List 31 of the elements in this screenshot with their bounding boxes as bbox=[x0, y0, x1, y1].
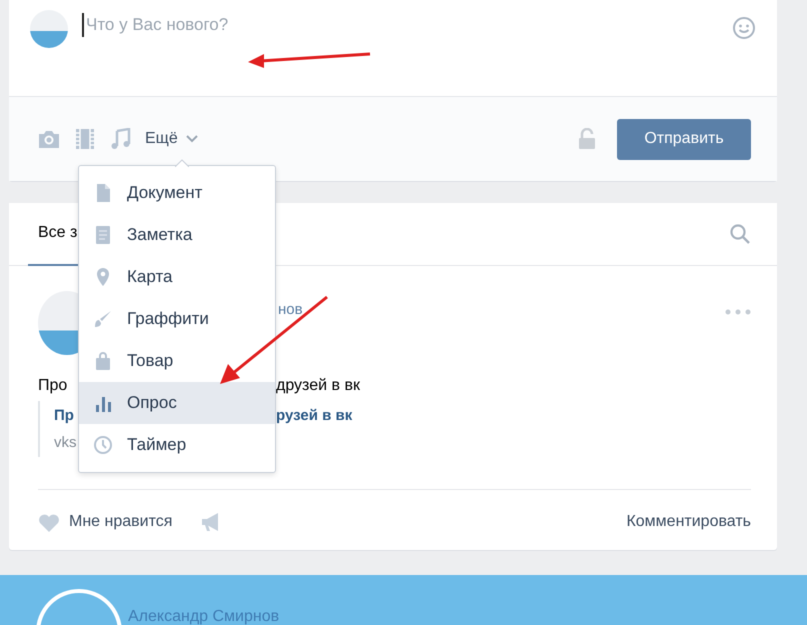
smiley-icon bbox=[732, 16, 756, 40]
menu-item[interactable]: Опрос bbox=[79, 382, 275, 424]
link-title[interactable]: рузей в вк bbox=[276, 407, 352, 424]
brush-icon bbox=[93, 309, 113, 329]
comment-button[interactable]: Комментировать bbox=[626, 513, 751, 531]
more-dots-icon bbox=[725, 309, 751, 315]
music-note-icon bbox=[109, 128, 133, 150]
note-icon bbox=[93, 225, 113, 245]
link-url: vks bbox=[54, 434, 76, 451]
send-button[interactable]: Отправить bbox=[617, 118, 751, 160]
menu-item[interactable]: Документ bbox=[79, 172, 275, 214]
user-avatar bbox=[30, 10, 68, 48]
post-input[interactable]: Что у Вас нового? bbox=[82, 13, 732, 37]
post-text: Про bbox=[38, 377, 68, 395]
film-icon bbox=[73, 128, 97, 150]
author-name[interactable]: нов bbox=[278, 301, 303, 318]
bag-icon bbox=[93, 351, 113, 371]
camera-icon bbox=[37, 128, 61, 150]
menu-item[interactable]: Заметка bbox=[79, 214, 275, 256]
more-button[interactable]: Ещё bbox=[145, 130, 198, 148]
menu-item[interactable]: Товар bbox=[79, 340, 275, 382]
caret-icon bbox=[186, 135, 198, 143]
clock-icon bbox=[93, 435, 113, 455]
lock-icon bbox=[577, 128, 597, 150]
menu-item[interactable]: Граффити bbox=[79, 298, 275, 340]
search-icon bbox=[729, 223, 751, 245]
post-text: друзей в вк bbox=[276, 377, 360, 395]
like-button[interactable]: Мне нравится bbox=[38, 512, 172, 532]
heart-icon bbox=[38, 512, 60, 532]
menu-item[interactable]: Таймер bbox=[79, 424, 275, 466]
menu-item[interactable]: Карта bbox=[79, 256, 275, 298]
